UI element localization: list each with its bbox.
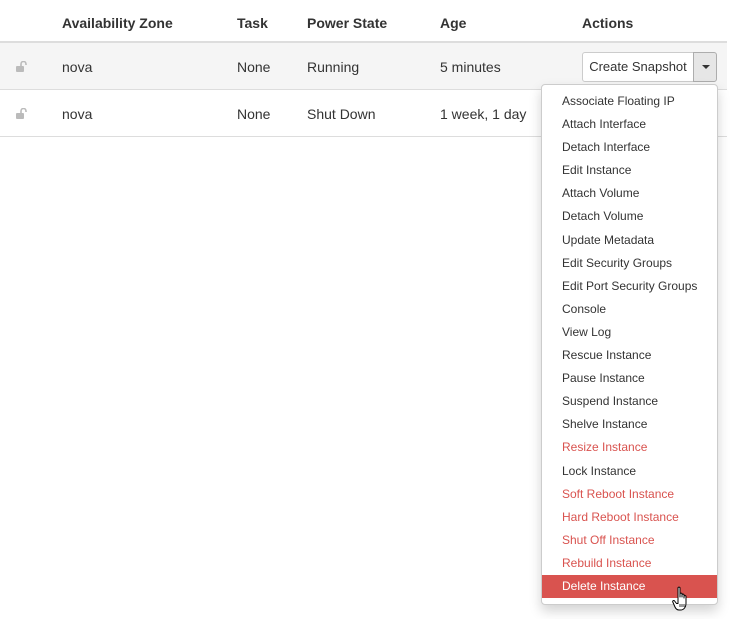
table-header: Availability Zone Task Power State Age A… [0, 0, 727, 43]
menu-item-associate-floating-ip[interactable]: Associate Floating IP [542, 90, 717, 113]
menu-item-resize-instance[interactable]: Resize Instance [542, 436, 717, 459]
menu-item-suspend-instance[interactable]: Suspend Instance [542, 390, 717, 413]
actions-button-group: Create Snapshot [582, 52, 717, 82]
header-availability-zone[interactable]: Availability Zone [62, 15, 173, 31]
menu-item-detach-interface[interactable]: Detach Interface [542, 136, 717, 159]
header-age[interactable]: Age [440, 15, 466, 31]
age-cell: 5 minutes [440, 59, 501, 75]
actions-dropdown-menu: Associate Floating IP Attach Interface D… [541, 84, 718, 605]
menu-item-lock-instance[interactable]: Lock Instance [542, 460, 717, 483]
header-task[interactable]: Task [237, 15, 268, 31]
menu-item-edit-instance[interactable]: Edit Instance [542, 159, 717, 182]
table-row: nova None Running 5 minutes Create Snaps… [0, 43, 727, 90]
menu-item-attach-interface[interactable]: Attach Interface [542, 113, 717, 136]
unlock-icon [16, 61, 27, 72]
age-cell: 1 week, 1 day [440, 106, 527, 122]
task-cell: None [237, 59, 271, 75]
menu-item-rebuild-instance[interactable]: Rebuild Instance [542, 552, 717, 575]
menu-item-hard-reboot-instance[interactable]: Hard Reboot Instance [542, 506, 717, 529]
menu-item-update-metadata[interactable]: Update Metadata [542, 229, 717, 252]
menu-item-view-log[interactable]: View Log [542, 321, 717, 344]
availability-zone-cell: nova [62, 106, 93, 122]
menu-item-shelve-instance[interactable]: Shelve Instance [542, 413, 717, 436]
task-cell: None [237, 106, 271, 122]
menu-item-soft-reboot-instance[interactable]: Soft Reboot Instance [542, 483, 717, 506]
menu-item-shut-off-instance[interactable]: Shut Off Instance [542, 529, 717, 552]
power-state-cell: Shut Down [307, 106, 376, 122]
menu-item-pause-instance[interactable]: Pause Instance [542, 367, 717, 390]
caret-down-icon [702, 65, 710, 69]
menu-item-detach-volume[interactable]: Detach Volume [542, 205, 717, 228]
hand-pointer-cursor-icon [672, 586, 687, 611]
header-actions: Actions [582, 15, 634, 31]
create-snapshot-button[interactable]: Create Snapshot [582, 52, 694, 82]
availability-zone-cell: nova [62, 59, 93, 75]
unlock-icon [16, 108, 27, 119]
menu-item-rescue-instance[interactable]: Rescue Instance [542, 344, 717, 367]
header-power-state[interactable]: Power State [307, 15, 387, 31]
instances-page: Availability Zone Task Power State Age A… [0, 0, 734, 619]
menu-item-edit-port-security-groups[interactable]: Edit Port Security Groups [542, 275, 717, 298]
menu-item-edit-security-groups[interactable]: Edit Security Groups [542, 252, 717, 275]
actions-dropdown-toggle[interactable] [693, 52, 717, 82]
menu-item-attach-volume[interactable]: Attach Volume [542, 182, 717, 205]
menu-item-console[interactable]: Console [542, 298, 717, 321]
power-state-cell: Running [307, 59, 360, 75]
